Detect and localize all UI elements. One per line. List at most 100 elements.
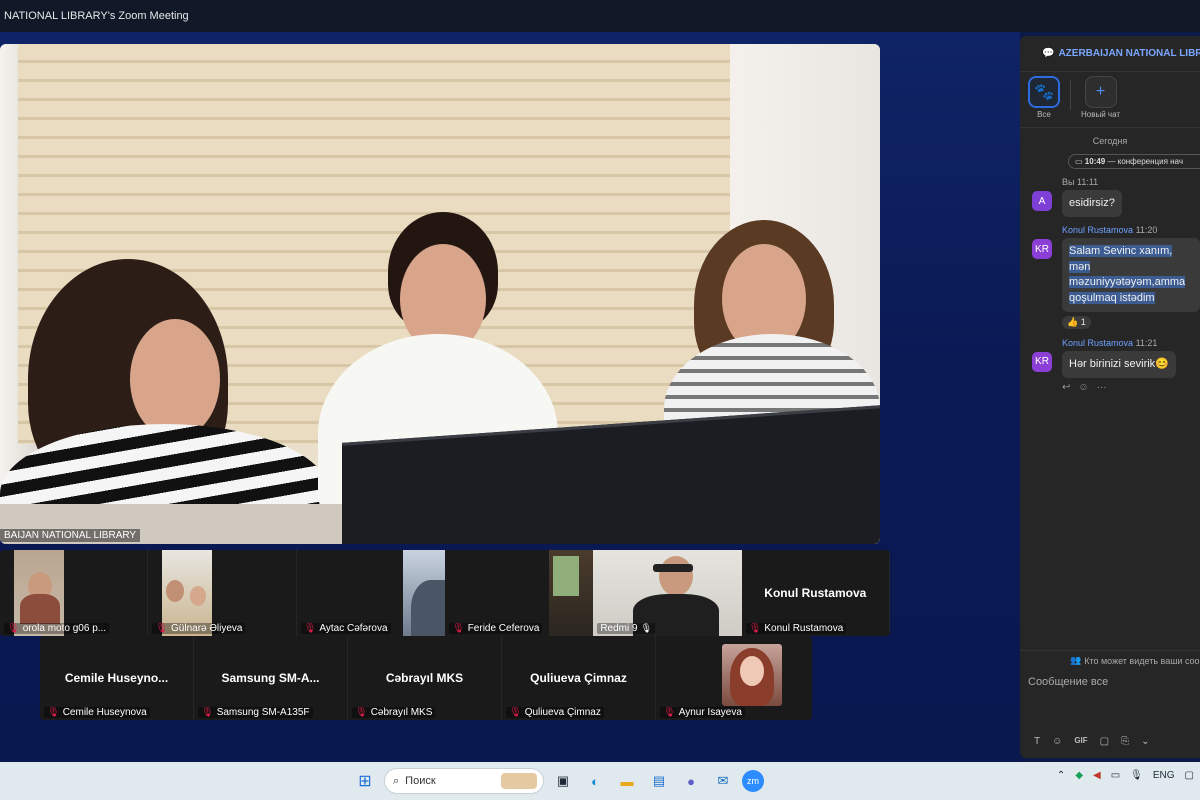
- edge-browser-icon[interactable]: ◐: [582, 768, 608, 794]
- participant-name: Gülnarə Əliyeva: [171, 623, 243, 634]
- participant-tile[interactable]: 🎙 Feride Ceferova: [444, 550, 599, 636]
- message-line: məzuniyyətəyəm,amma: [1069, 276, 1186, 289]
- outlook-icon[interactable]: ✉: [710, 768, 736, 794]
- participant-tile[interactable]: Konul Rustamova 🎙 Konul Rustamova: [741, 550, 890, 636]
- language-indicator[interactable]: ENG: [1153, 770, 1175, 781]
- participant-display-name: Samsung SM-A...: [221, 671, 320, 685]
- microphone-icon[interactable]: 🎙: [1130, 770, 1143, 781]
- message-bubble: esidirsiz?: [1062, 190, 1122, 218]
- participant-gallery-row-1: 🎙 orola moto g06 p... 🎙 Gülnarə Əliyeva 🎙 A…: [0, 550, 890, 636]
- participant-tile[interactable]: Cemile Huseyno... 🎙 Cemile Huseynova: [40, 636, 194, 720]
- file-icon[interactable]: ▢: [1100, 736, 1109, 747]
- participant-display-name: Konul Rustamova: [764, 586, 867, 600]
- chat-tab-new[interactable]: + Новый чат: [1081, 76, 1120, 127]
- chat-system-message: ▭ 10:49 — конференция нач: [1068, 154, 1200, 169]
- chat-toolbar: T ☺ GIF ▢ ⎘ ⌄: [1034, 736, 1150, 747]
- muted-mic-icon: 🎙: [303, 623, 317, 634]
- active-speaker-video[interactable]: BAIJAN NATIONAL LIBRARY: [0, 44, 880, 544]
- chat-date-divider: Сегодня: [1092, 136, 1128, 146]
- file-explorer-icon[interactable]: ▬: [614, 768, 640, 794]
- chevron-down-icon[interactable]: ⌄: [1141, 736, 1149, 747]
- store-icon[interactable]: ▤: [646, 768, 672, 794]
- search-icon: ⌕: [393, 774, 400, 787]
- muted-mic-icon: 🎙: [451, 623, 465, 634]
- muted-mic-icon: 🎙: [663, 707, 676, 718]
- emoji-icon[interactable]: ☺: [1052, 736, 1062, 747]
- avatar: KR: [1032, 351, 1052, 372]
- avatar: KR: [1032, 239, 1052, 260]
- participant-name: Redmi 9: [600, 623, 638, 634]
- message-sender: Konul Rustamova: [1062, 337, 1134, 348]
- teams-icon[interactable]: ●: [678, 768, 704, 794]
- message-line: qoşulmaq istədim: [1069, 291, 1155, 304]
- window-title: NATIONAL LIBRARY's Zoom Meeting: [4, 10, 189, 22]
- participant-display-name: Cəbrayıl MKS: [385, 671, 464, 685]
- taskbar-search[interactable]: ⌕ Поиск: [384, 768, 544, 794]
- participant-video: [402, 550, 451, 636]
- security-icon[interactable]: ◆: [1075, 770, 1083, 781]
- participant-display-name: Cemile Huseyno...: [64, 671, 169, 685]
- window-titlebar: NATIONAL LIBRARY's Zoom Meeting: [0, 0, 1200, 32]
- muted-mic-icon: 🎙: [509, 707, 522, 718]
- zoom-app-icon[interactable]: zm: [742, 770, 764, 792]
- participant-tile[interactable]: Redmi 9 🎙: [593, 550, 748, 636]
- reply-icon[interactable]: ↩: [1062, 382, 1070, 393]
- chat-visibility-notice[interactable]: 👥 Кто может видеть ваши соо: [1020, 650, 1200, 670]
- participant-tile[interactable]: Quliueva Çimnaz 🎙 Quliueva Çimnaz: [502, 636, 656, 720]
- participant-display-name: Quliueva Çimnaz: [530, 671, 627, 685]
- participant-name: Cemile Huseynova: [62, 707, 147, 718]
- system-text: — конференция нач: [1107, 157, 1184, 166]
- participant-name: Aynur İsayeva: [678, 707, 742, 718]
- emoji-react-icon[interactable]: ☺: [1078, 382, 1088, 393]
- chat-message[interactable]: KR Konul Rustamova 11:21 Hər birinizi se…: [1020, 338, 1200, 393]
- task-view-icon[interactable]: ▣: [550, 768, 576, 794]
- search-highlight-icon: [501, 773, 537, 789]
- muted-mic-icon: 🎙: [355, 707, 368, 718]
- who-sees-text: Кто может видеть ваши соо: [1084, 655, 1200, 666]
- gif-icon[interactable]: GIF: [1074, 736, 1087, 747]
- participant-tile[interactable]: 🎙 Aynur İsayeva: [656, 636, 810, 720]
- search-label: Поиск: [405, 775, 436, 787]
- system-time: 10:49: [1084, 157, 1106, 166]
- message-time: 11:21: [1135, 337, 1158, 348]
- chevron-up-icon[interactable]: ⌃: [1057, 770, 1065, 781]
- chat-message-input[interactable]: Сообщение все: [1028, 676, 1108, 688]
- chat-message[interactable]: KR Konul Rustamova 11:20 Salam Sevinc xa…: [1020, 225, 1200, 330]
- participant-tile[interactable]: 🎙 Gülnarə Əliyeva: [148, 550, 297, 636]
- text-format-icon[interactable]: T: [1034, 736, 1040, 747]
- camera-icon[interactable]: ▭: [1111, 770, 1120, 781]
- muted-mic-icon: 🎙: [7, 623, 20, 634]
- participant-tile[interactable]: Cəbrayıl MKS 🎙 Cəbrayıl MKS: [348, 636, 502, 720]
- message-bubble: Hər birinizi sevirik😊: [1062, 350, 1176, 379]
- chat-message[interactable]: A Вы 11:11 esidirsiz?: [1020, 177, 1200, 218]
- message-line: Salam Sevinc xanım, mən: [1069, 245, 1173, 273]
- volume-app-icon[interactable]: ◀: [1093, 770, 1101, 781]
- participant-tile[interactable]: 🎙 orola moto g06 p...: [0, 550, 149, 636]
- chat-tab-label: Все: [1037, 110, 1051, 119]
- muted-mic-icon: 🎙: [47, 707, 60, 718]
- participant-name: Konul Rustamova: [764, 623, 844, 634]
- participant-video: [722, 644, 782, 706]
- participant-name: Samsung SM-A135F: [216, 707, 310, 718]
- system-tray: ⌃ ◆ ◀ ▭ 🎙 ENG ▢: [1057, 770, 1194, 781]
- monitor-icon[interactable]: ▢: [1185, 770, 1194, 781]
- chat-tab-all[interactable]: 🐾 Все: [1028, 76, 1060, 127]
- people-icon: 🐾: [1028, 76, 1060, 108]
- windows-start-icon[interactable]: ⊞: [352, 768, 378, 794]
- participant-name: Quliueva Çimnaz: [524, 707, 601, 718]
- chat-header: 💬 AZERBAIJAN NATIONAL LIBRA: [1020, 36, 1200, 72]
- muted-mic-icon: 🎙: [748, 623, 762, 634]
- muted-mic-icon: 🎙: [155, 623, 169, 634]
- reaction-badge[interactable]: 👍 1: [1062, 315, 1091, 329]
- video-icon: ▭: [1075, 157, 1083, 166]
- avatar: A: [1032, 191, 1052, 211]
- screenshot-icon[interactable]: ⎘: [1121, 736, 1129, 747]
- people-icon: 👥: [1070, 655, 1082, 665]
- message-actions: ↩ ☺ ···: [1062, 382, 1200, 393]
- message-bubble: Salam Sevinc xanım, mən məzuniyyətəyəm,a…: [1062, 238, 1200, 312]
- participant-tile[interactable]: Samsung SM-A... 🎙 Samsung SM-A135F: [194, 636, 348, 720]
- participant-tile[interactable]: 🎙 Aytac Cəfərova: [296, 550, 451, 636]
- windows-taskbar: ⊞ ⌕ Поиск ▣ ◐ ▬ ▤ ● ✉ zm ⌃ ◆ ◀ ▭ 🎙 ENG ▢: [0, 762, 1200, 800]
- more-icon[interactable]: ···: [1097, 382, 1107, 393]
- participant-name: Aytac Cəfərova: [319, 623, 388, 634]
